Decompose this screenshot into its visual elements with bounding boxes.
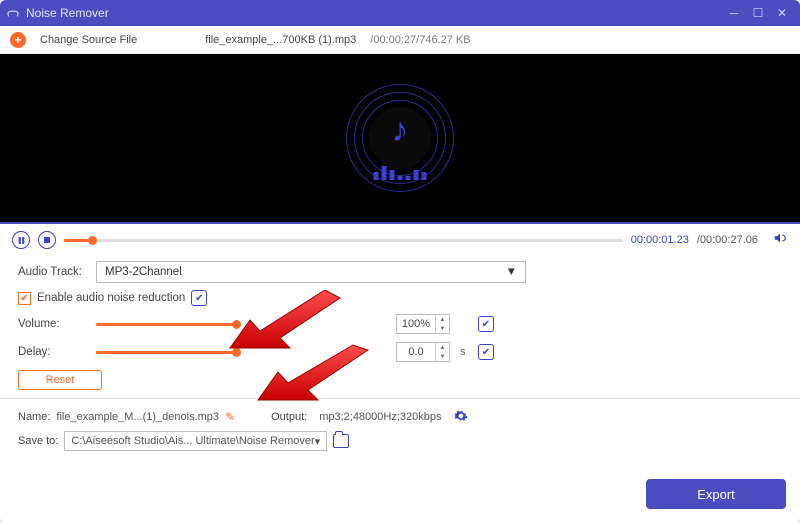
enable-noise-label: Enable audio noise reduction (37, 292, 185, 304)
audio-preview: ♪ (0, 54, 800, 224)
apply-noise-button[interactable]: ✔ (191, 290, 207, 306)
output-settings-icon[interactable] (454, 409, 468, 426)
volume-up-button[interactable]: ▲ (436, 315, 449, 324)
change-source-label[interactable]: Change Source File (40, 34, 137, 46)
volume-down-button[interactable]: ▼ (436, 324, 449, 333)
pause-button[interactable] (12, 231, 30, 249)
titlebar: Noise Remover ─ ☐ ✕ (0, 0, 800, 26)
delay-up-button[interactable]: ▲ (436, 343, 449, 352)
close-button[interactable]: ✕ (770, 2, 794, 24)
volume-spinner[interactable]: 100% ▲▼ (396, 314, 450, 334)
name-label: Name: (18, 411, 50, 423)
export-button[interactable]: Export (646, 479, 786, 509)
chevron-down-icon: ▾ (315, 435, 321, 448)
audiotrack-select[interactable]: MP3-2Channel ▼ (96, 261, 526, 283)
chevron-down-icon: ▼ (506, 266, 517, 278)
delay-label: Delay: (18, 346, 86, 358)
audiotrack-label: Audio Track: (18, 266, 86, 278)
source-file-bar: + Change Source File file_example_...700… (0, 26, 800, 54)
maximize-button[interactable]: ☐ (746, 2, 770, 24)
delay-unit: s (460, 346, 468, 358)
add-source-button[interactable]: + (10, 32, 26, 48)
stop-button[interactable] (38, 231, 56, 249)
total-time: /00:00:27.06 (697, 234, 758, 246)
delay-down-button[interactable]: ▼ (436, 352, 449, 361)
app-logo-icon (6, 6, 20, 20)
minimize-button[interactable]: ─ (722, 2, 746, 24)
apply-delay-button[interactable]: ✔ (478, 344, 494, 360)
divider (0, 398, 800, 399)
volume-label: Volume: (18, 318, 86, 330)
app-window: Noise Remover ─ ☐ ✕ + Change Source File… (0, 0, 800, 523)
volume-slider[interactable] (96, 323, 236, 326)
reset-button[interactable]: Reset (18, 370, 102, 390)
saveto-select[interactable]: C:\Aiseesoft Studio\Ais... Ultimate\Nois… (64, 431, 327, 451)
delay-spinner[interactable]: 0.0 ▲▼ (396, 342, 450, 362)
player-bar: 00:00:01.23/00:00:27.06 (0, 224, 800, 256)
music-note-icon: ♪ (392, 111, 409, 150)
enable-noise-checkbox[interactable]: ✔ (18, 292, 31, 305)
playback-progress[interactable] (64, 239, 623, 242)
app-title: Noise Remover (26, 6, 109, 20)
delay-slider[interactable] (96, 351, 236, 354)
audio-visualizer-icon: ♪ (346, 84, 454, 192)
elapsed-time: 00:00:01.23 (631, 234, 689, 246)
edit-name-icon[interactable]: ✎ (225, 410, 235, 424)
controls-panel: Audio Track: MP3-2Channel ▼ ✔ Enable aud… (0, 256, 800, 399)
output-bar: Name: file_example_M...(1)_denois.mp3 ✎ … (0, 405, 800, 453)
source-filename: file_example_...700KB (1).mp3 (205, 34, 356, 46)
apply-volume-button[interactable]: ✔ (478, 316, 494, 332)
open-folder-icon[interactable] (333, 434, 349, 448)
equalizer-icon (374, 162, 427, 180)
output-label: Output: (271, 411, 307, 423)
source-metadata: /00:00:27/746.27 KB (370, 34, 470, 46)
volume-icon[interactable] (772, 231, 788, 250)
output-format: mp3;2;48000Hz;320kbps (313, 410, 447, 424)
saveto-label: Save to: (18, 435, 58, 447)
output-filename: file_example_M...(1)_denois.mp3 (56, 411, 219, 423)
